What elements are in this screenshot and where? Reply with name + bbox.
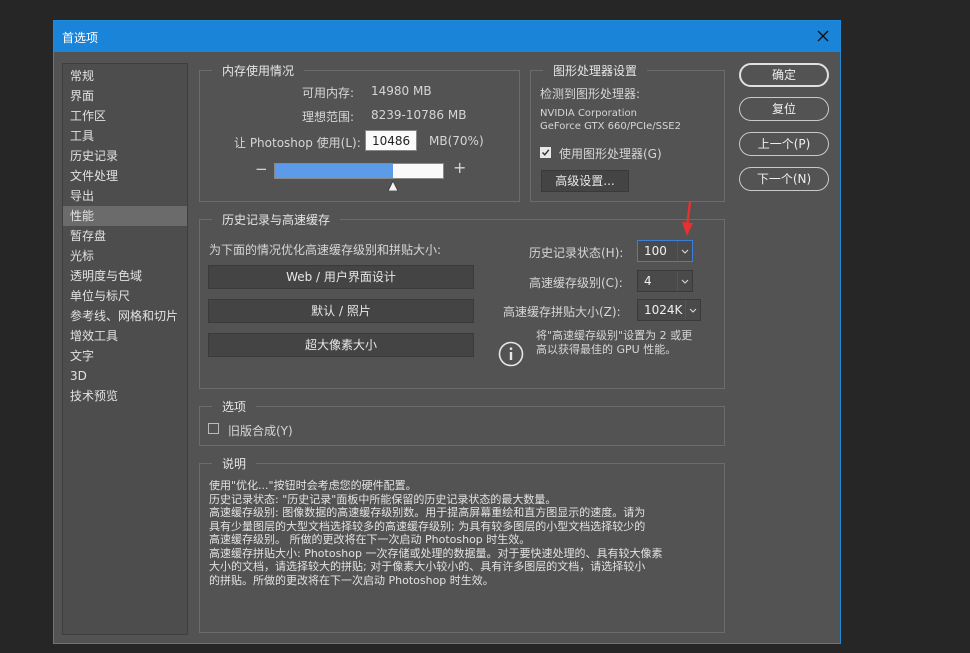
description-line: 使用"优化..."按钮时会考虑您的硬件配置。 bbox=[209, 479, 417, 492]
cache-levels-value: 4 bbox=[644, 274, 652, 288]
sidebar-item-technology-previews[interactable]: 技术预览 bbox=[63, 386, 187, 406]
description-line: 具有少量图层的大型文档选择较多的高速缓存级别; 为具有较多图层的小型文档选择较少… bbox=[209, 519, 646, 533]
sidebar-item-workspace[interactable]: 工作区 bbox=[63, 106, 187, 126]
annotation-arrow-icon bbox=[682, 201, 693, 236]
memory-slider-thumb[interactable] bbox=[387, 180, 399, 192]
sidebar-item-scratch-disks[interactable]: 暂存盘 bbox=[63, 226, 187, 246]
checkmark-icon bbox=[541, 149, 550, 156]
description-line: 大小的文档，请选择较大的拼贴; 对于像素大小较小的、具有许多图层的文档，请选择较… bbox=[209, 560, 646, 573]
use-gpu-label[interactable]: 使用图形处理器(G) bbox=[559, 145, 662, 162]
ideal-range-value: 8239-10786 MB bbox=[371, 108, 467, 122]
cache-tile-size-value: 1024K bbox=[644, 303, 683, 317]
advanced-settings-button[interactable]: 高级设置... bbox=[541, 170, 629, 192]
memory-slider-fill bbox=[275, 164, 393, 178]
available-ram-label: 可用内存: bbox=[302, 86, 355, 100]
memory-percent-label: MB(70%) bbox=[429, 134, 484, 148]
info-icon bbox=[498, 341, 524, 367]
next-button[interactable]: 下一个(N) bbox=[739, 167, 829, 191]
history-states-value: 100 bbox=[644, 244, 667, 258]
cache-tile-size-label: 高速缓存拼贴大小(Z): bbox=[503, 305, 621, 319]
gpu-model: GeForce GTX 660/PCIe/SSE2 bbox=[540, 121, 681, 132]
description-line: 高速缓存级别: 图像数据的高速缓存级别数。用于提高屏幕重绘和直方图显示的速度。请… bbox=[209, 506, 646, 519]
description-group: 说明 使用"优化..."按钮时会考虑您的硬件配置。 历史记录状态: "历史记录"… bbox=[199, 455, 725, 633]
sidebar-item-3d[interactable]: 3D bbox=[63, 366, 187, 386]
sidebar-item-history-log[interactable]: 历史记录 bbox=[63, 146, 187, 166]
sidebar-item-type[interactable]: 文字 bbox=[63, 346, 187, 366]
sidebar-item-guides-grid-slices[interactable]: 参考线、网格和切片 bbox=[63, 306, 187, 326]
sidebar-item-transparency-gamut[interactable]: 透明度与色域 bbox=[63, 266, 187, 286]
optimize-label: 为下面的情况优化高速缓存级别和拼贴大小: bbox=[209, 243, 442, 257]
chevron-down-icon bbox=[677, 271, 692, 291]
cache-levels-label: 高速缓存级别(C): bbox=[529, 276, 623, 290]
preferences-dialog: 首选项 常规 界面 工作区 工具 历史记录 文件处理 导出 性能 暂存盘 光标 … bbox=[53, 20, 841, 644]
huge-pixel-dimensions-button[interactable]: 超大像素大小 bbox=[208, 333, 474, 357]
chevron-down-icon bbox=[685, 300, 700, 320]
options-title: 选项 bbox=[212, 398, 257, 415]
description-line: 的拼贴。所做的更改将在下一次启动 Photoshop 时生效。 bbox=[209, 573, 494, 587]
memory-usage-group: 内存使用情况 可用内存: 14980 MB 理想范围: 8239-10786 M… bbox=[199, 62, 520, 202]
increase-memory-button[interactable]: + bbox=[453, 158, 466, 177]
ideal-range-label: 理想范围: bbox=[302, 110, 355, 124]
description-line: 高速缓存级别。 所做的更改将在下一次启动 Photoshop 时生效。 bbox=[209, 533, 531, 546]
sidebar-item-cursors[interactable]: 光标 bbox=[63, 246, 187, 266]
legacy-compositing-checkbox[interactable] bbox=[208, 423, 219, 434]
cache-tile-size-dropdown[interactable]: 1024K bbox=[637, 299, 701, 321]
description-line: 高速缓存拼贴大小: Photoshop 一次存储或处理的数据量。对于要快速处理的… bbox=[209, 546, 663, 560]
sidebar-item-tools[interactable]: 工具 bbox=[63, 126, 187, 146]
description-line: 历史记录状态: "历史记录"面板中所能保留的历史记录状态的最大数量。 bbox=[209, 492, 557, 506]
history-states-label: 历史记录状态(H): bbox=[529, 246, 624, 260]
close-button[interactable] bbox=[812, 25, 834, 47]
available-ram-value: 14980 MB bbox=[371, 84, 432, 98]
title-bar: 首选项 bbox=[54, 21, 840, 52]
sidebar-item-plugins[interactable]: 增效工具 bbox=[63, 326, 187, 346]
decrease-memory-button[interactable]: − bbox=[255, 160, 268, 178]
gpu-settings-group: 图形处理器设置 检测到图形处理器: NVIDIA Corporation GeF… bbox=[530, 62, 725, 202]
chevron-down-icon bbox=[677, 241, 692, 261]
dialog-title: 首选项 bbox=[62, 31, 99, 45]
history-cache-title: 历史记录与高速缓存 bbox=[212, 211, 341, 228]
history-cache-group: 历史记录与高速缓存 为下面的情况优化高速缓存级别和拼贴大小: Web / 用户界… bbox=[199, 211, 725, 389]
options-group: 选项 旧版合成(Y) bbox=[199, 398, 725, 446]
preferences-sidebar: 常规 界面 工作区 工具 历史记录 文件处理 导出 性能 暂存盘 光标 透明度与… bbox=[62, 63, 188, 635]
gpu-vendor: NVIDIA Corporation bbox=[540, 108, 638, 119]
sidebar-item-file-handling[interactable]: 文件处理 bbox=[63, 166, 187, 186]
gpu-settings-title: 图形处理器设置 bbox=[543, 62, 648, 79]
cache-levels-dropdown[interactable]: 4 bbox=[637, 270, 693, 292]
close-icon bbox=[817, 30, 829, 42]
ok-button[interactable]: 确定 bbox=[739, 63, 829, 87]
history-states-dropdown[interactable]: 100 bbox=[637, 240, 693, 262]
detected-gpu-label: 检测到图形处理器: bbox=[540, 87, 641, 101]
previous-button[interactable]: 上一个(P) bbox=[739, 132, 829, 156]
default-photos-button[interactable]: 默认 / 照片 bbox=[208, 299, 474, 323]
sidebar-item-performance[interactable]: 性能 bbox=[63, 206, 187, 226]
memory-amount-input[interactable]: 10486 bbox=[365, 130, 417, 151]
slider-thumb-icon bbox=[387, 180, 399, 192]
gpu-performance-tip-line2: 高以获得最佳的 GPU 性能。 bbox=[536, 343, 677, 356]
legacy-compositing-label[interactable]: 旧版合成(Y) bbox=[228, 422, 293, 439]
memory-usage-title: 内存使用情况 bbox=[212, 62, 305, 79]
web-ui-design-button[interactable]: Web / 用户界面设计 bbox=[208, 265, 474, 289]
let-photoshop-use-label: 让 Photoshop 使用(L): bbox=[234, 136, 361, 150]
sidebar-item-general[interactable]: 常规 bbox=[63, 66, 187, 86]
description-text: 使用"优化..."按钮时会考虑您的硬件配置。 历史记录状态: "历史记录"面板中… bbox=[209, 479, 663, 587]
description-title: 说明 bbox=[212, 455, 257, 472]
memory-slider-track[interactable] bbox=[274, 163, 444, 179]
sidebar-item-interface[interactable]: 界面 bbox=[63, 86, 187, 106]
sidebar-item-export[interactable]: 导出 bbox=[63, 186, 187, 206]
sidebar-item-units-rulers[interactable]: 单位与标尺 bbox=[63, 286, 187, 306]
reset-button[interactable]: 复位 bbox=[739, 97, 829, 121]
use-gpu-checkbox[interactable] bbox=[540, 147, 551, 158]
